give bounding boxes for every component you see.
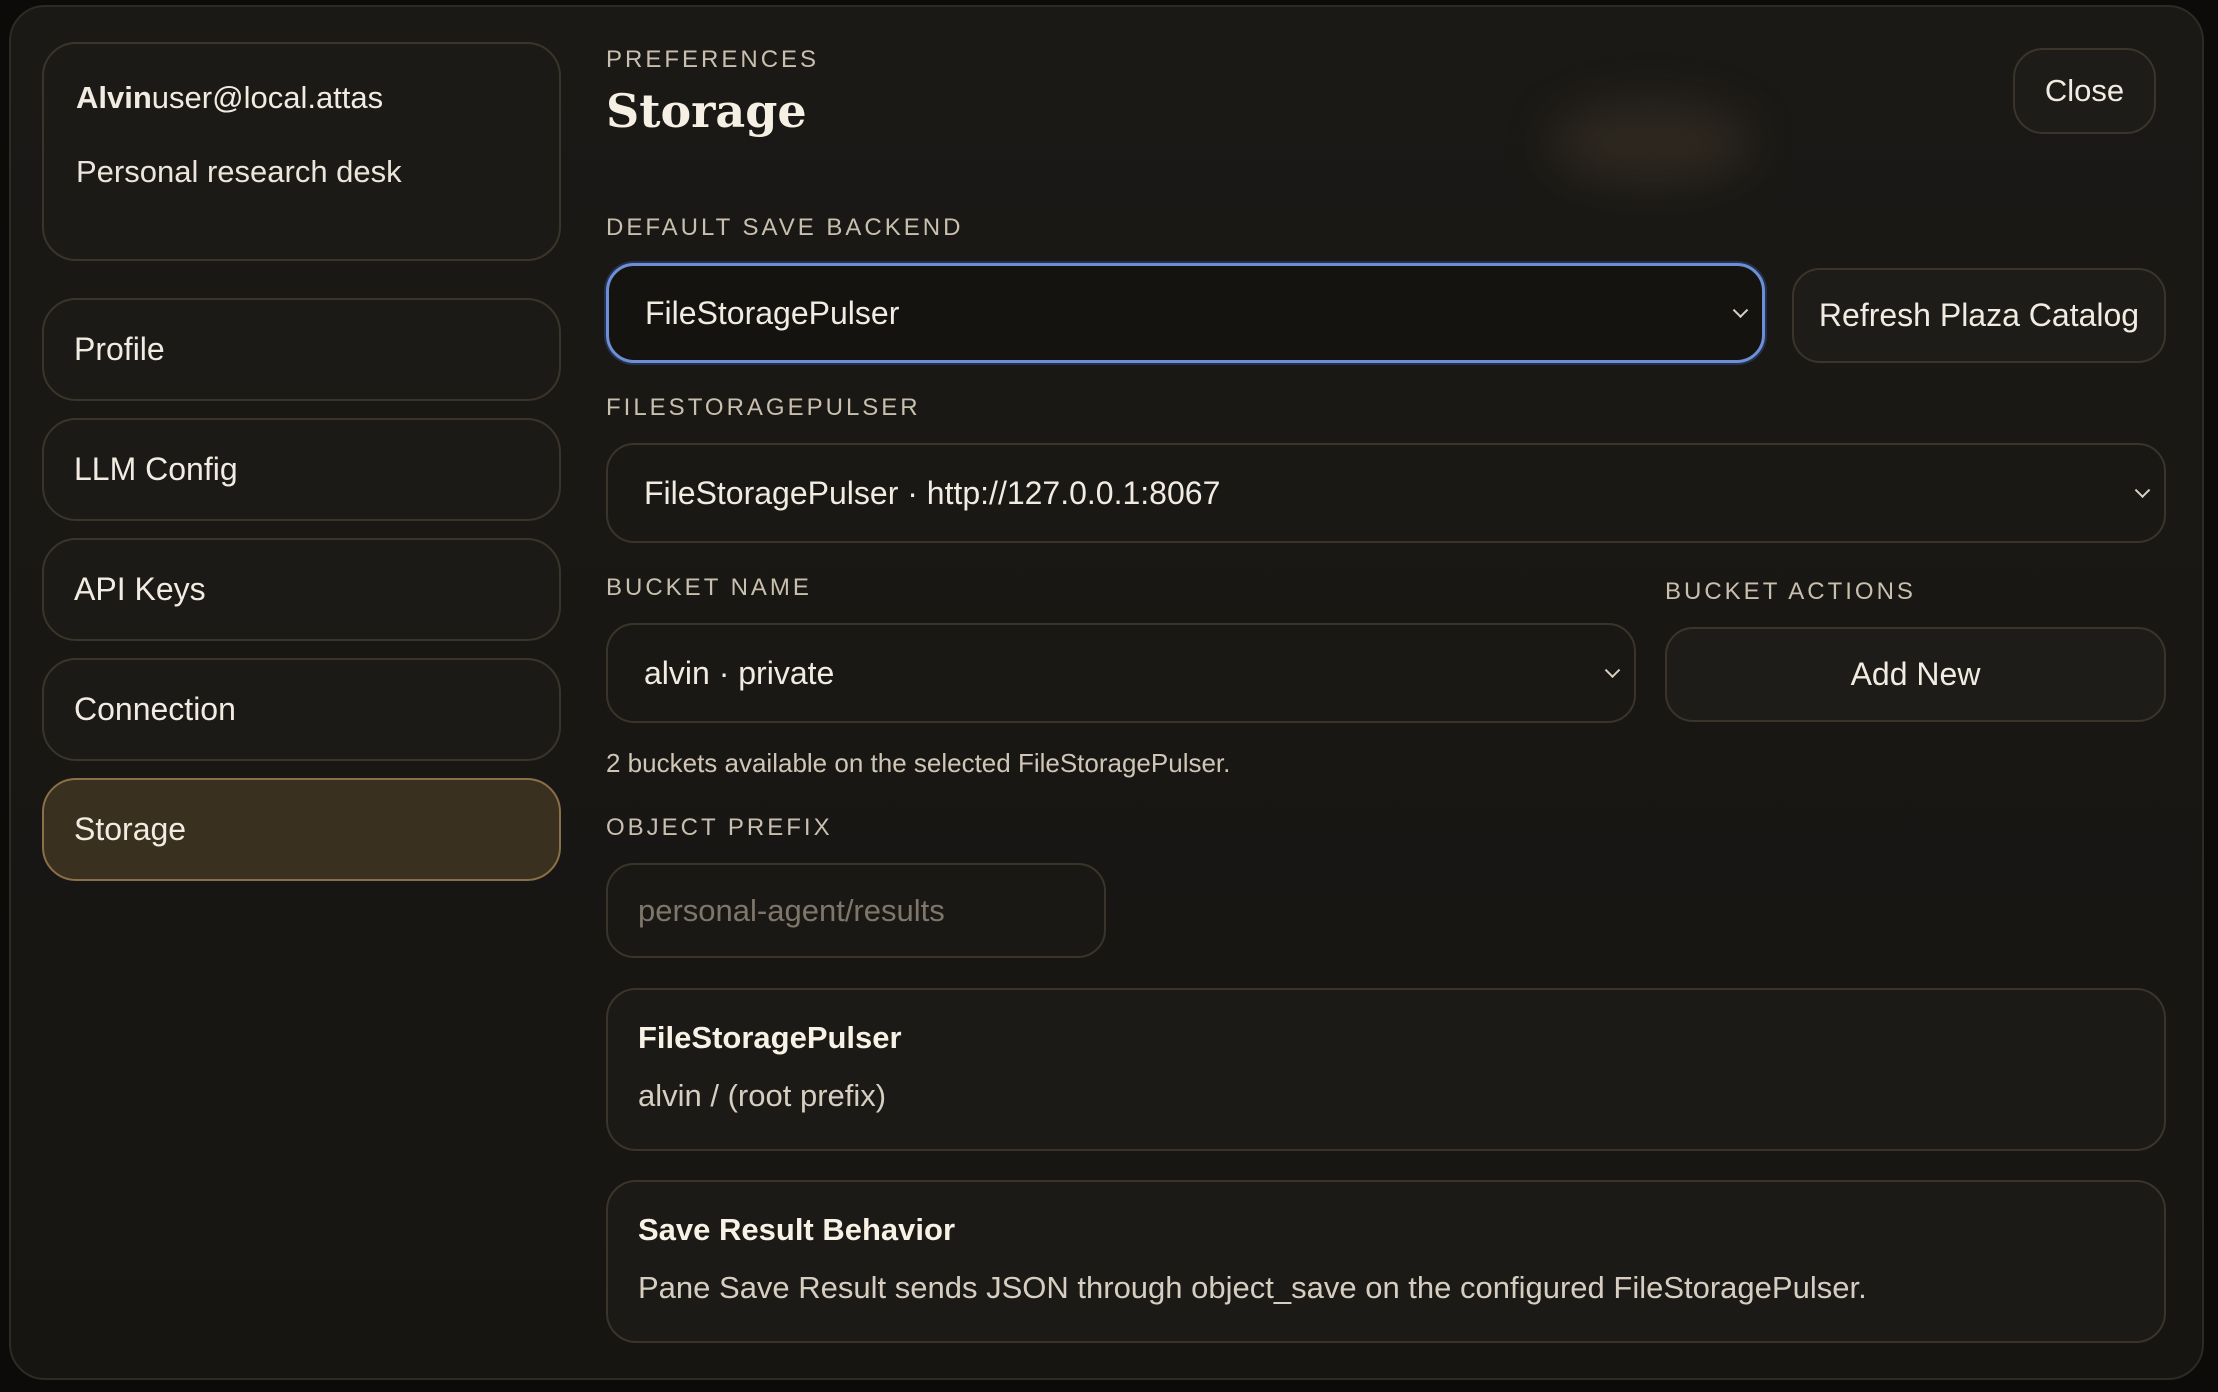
page-eyebrow: PREFERENCES (606, 46, 820, 73)
user-subtitle: Personal research desk (76, 154, 402, 189)
bucket-count-hint: 2 buckets available on the selected File… (606, 748, 1231, 778)
card-body: Pane Save Result sends JSON through obje… (638, 1270, 1867, 1305)
sidebar-item-label: API Keys (74, 571, 206, 607)
sidebar-item-storage[interactable]: Storage (42, 778, 561, 881)
sidebar-item-label: Profile (74, 331, 165, 367)
sidebar-item-connection[interactable]: Connection (42, 658, 561, 761)
chevron-down-icon (1732, 302, 1749, 319)
bucket-name-label: BUCKET NAME (606, 574, 812, 601)
sidebar-item-api-keys[interactable]: API Keys (42, 538, 561, 641)
card-title: Save Result Behavior (638, 1212, 956, 1247)
default-backend-value: FileStoragePulser (645, 294, 900, 331)
chevron-down-icon (1604, 662, 1621, 679)
user-card: Alvinuser@local.attas Personal research … (42, 42, 561, 261)
sidebar-item-label: Storage (74, 811, 187, 847)
chevron-down-icon (2134, 482, 2151, 499)
pulser-label: FILESTORAGEPULSER (606, 394, 921, 421)
decorative-glow (1551, 102, 1751, 182)
card-title: FileStoragePulser (638, 1020, 902, 1055)
bucket-value: alvin · private (644, 654, 835, 691)
bucket-actions-label: BUCKET ACTIONS (1665, 578, 1916, 605)
add-new-bucket-button[interactable]: Add New (1665, 627, 2166, 722)
pulser-value: FileStoragePulser · http://127.0.0.1:806… (644, 474, 1221, 511)
page-title: Storage (606, 84, 807, 138)
user-name: Alvin (76, 80, 152, 115)
sidebar-item-llm-config[interactable]: LLM Config (42, 418, 561, 521)
sidebar-item-label: LLM Config (74, 451, 238, 487)
pulser-summary-card: FileStoragePulser alvin / (root prefix) (606, 988, 2166, 1151)
bucket-select[interactable]: alvin · private (606, 623, 1636, 723)
default-backend-select[interactable]: FileStoragePulser (606, 263, 1765, 363)
object-prefix-label: OBJECT PREFIX (606, 814, 833, 841)
user-identity: Alvinuser@local.attas (76, 78, 527, 118)
card-body: alvin / (root prefix) (638, 1078, 887, 1113)
user-email: user@local.attas (151, 80, 384, 115)
close-button[interactable]: Close (2013, 48, 2156, 134)
save-behavior-card: Save Result Behavior Pane Save Result se… (606, 1180, 2166, 1343)
refresh-plaza-catalog-button[interactable]: Refresh Plaza Catalog (1792, 268, 2166, 363)
sidebar-item-profile[interactable]: Profile (42, 298, 561, 401)
default-backend-label: DEFAULT SAVE BACKEND (606, 214, 964, 241)
sidebar-item-label: Connection (74, 691, 236, 727)
pulser-select[interactable]: FileStoragePulser · http://127.0.0.1:806… (606, 443, 2166, 543)
object-prefix-input[interactable] (606, 863, 1106, 958)
